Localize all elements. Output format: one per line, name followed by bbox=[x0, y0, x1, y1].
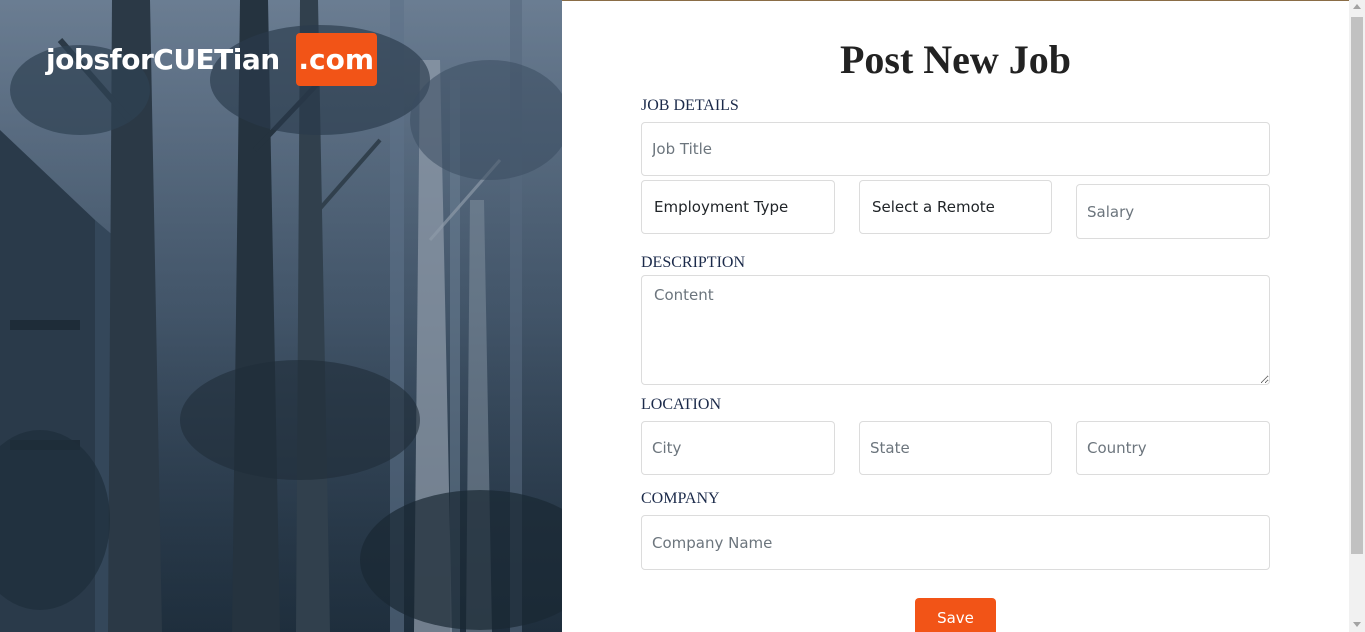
section-label-location: LOCATION bbox=[641, 396, 721, 413]
remote-selected-value: Select a Remote bbox=[872, 198, 995, 216]
misty-forest-illustration bbox=[0, 0, 562, 632]
remote-select[interactable]: Select a Remote bbox=[859, 180, 1052, 234]
city-input[interactable] bbox=[641, 421, 835, 475]
scrollbar-thumb[interactable] bbox=[1351, 17, 1363, 554]
brand-tld-badge: .com bbox=[295, 33, 377, 86]
country-input[interactable] bbox=[1076, 421, 1270, 475]
section-label-company: COMPANY bbox=[641, 490, 720, 507]
company-name-input[interactable] bbox=[641, 515, 1270, 570]
state-input[interactable] bbox=[859, 421, 1052, 475]
content-textarea[interactable] bbox=[641, 275, 1270, 385]
job-title-input[interactable] bbox=[641, 122, 1270, 176]
salary-input[interactable] bbox=[1076, 184, 1270, 239]
page-title: Post New Job bbox=[839, 37, 1072, 82]
save-button[interactable]: Save bbox=[915, 598, 996, 632]
section-label-description: DESCRIPTION bbox=[641, 254, 746, 271]
scroll-down-arrow-icon[interactable] bbox=[1353, 622, 1361, 627]
brand-name: jobsforCUETian bbox=[46, 43, 280, 76]
scroll-up-arrow-icon[interactable] bbox=[1353, 4, 1361, 9]
hero-background-image: jobsforCUETian .com bbox=[0, 0, 562, 632]
employment-type-selected-value: Employment Type bbox=[654, 198, 789, 216]
brand-logo[interactable]: jobsforCUETian .com bbox=[46, 33, 377, 86]
top-border-line bbox=[562, 0, 1365, 1]
employment-type-select[interactable]: Employment Type bbox=[641, 180, 835, 234]
section-label-job-details: JOB DETAILS bbox=[641, 97, 739, 114]
